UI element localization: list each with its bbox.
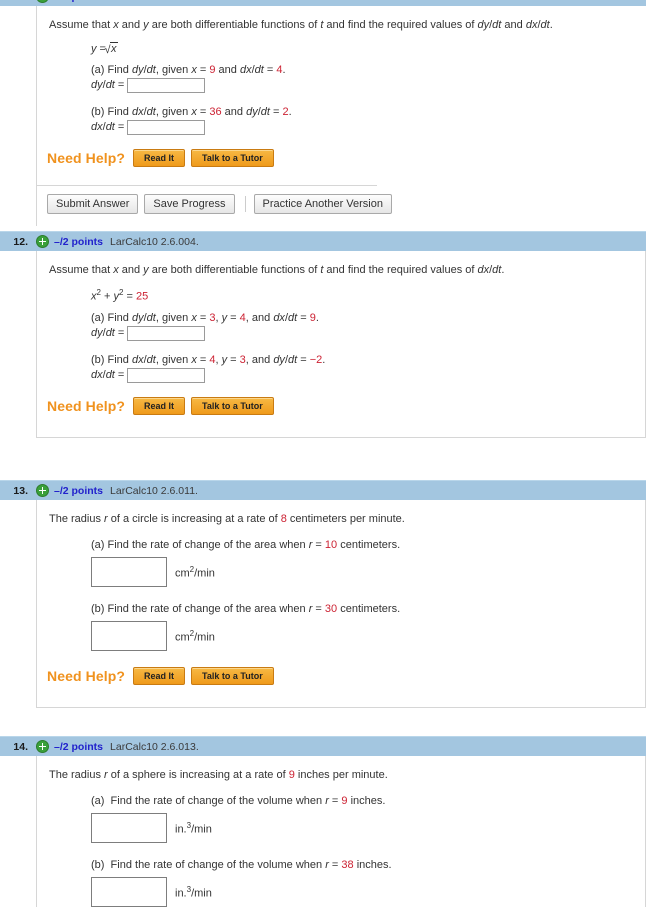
points-label: –/2 points	[54, 0, 103, 3]
problem-13-need-help: Need Help? Read It Talk to a Tutor	[37, 666, 645, 685]
save-progress-button[interactable]: Save Progress	[144, 193, 235, 214]
problem-11-need-help: Need Help? Read It Talk to a Tutor	[37, 148, 646, 167]
problem-14-part-b-label: (b) Find the rate of change of the volum…	[91, 858, 392, 871]
problem-code: LarCalc10 2.6.011.	[110, 484, 198, 497]
value-p12-a-x: 3	[209, 311, 216, 324]
read-it-button[interactable]: Read It	[133, 396, 186, 415]
unit-label-14a: in.3/min	[175, 820, 212, 836]
talk-to-a-tutor-button[interactable]: Talk to a Tutor	[191, 666, 274, 685]
problem-number: 11.	[0, 0, 28, 3]
unit-label-13a: cm2/min	[175, 564, 215, 580]
answer-prompt-a: dy/dt =	[91, 79, 125, 92]
problem-13: 13. –/2 points LarCalc10 2.6.011. The ra…	[0, 480, 646, 708]
problem-13-stem: The radius r of a circle is increasing a…	[49, 513, 405, 525]
problem-13-panel: The radius r of a circle is increasing a…	[36, 500, 646, 708]
unit-label-14b: in.3/min	[175, 884, 212, 900]
answer-input-13a[interactable]	[91, 556, 167, 587]
value-p14-b-r: 38	[341, 858, 354, 871]
problem-number: 12.	[13, 235, 28, 248]
problem-11-panel: Assume that x and y are both differentia…	[0, 6, 646, 226]
problem-12-part-b-label: (b) Find dx/dt, given x = 4, y = 3, and …	[91, 353, 326, 366]
plus-circle-icon[interactable]	[36, 740, 49, 753]
value-p14-rate: 9	[288, 769, 295, 781]
problem-14-header[interactable]: 14. –/2 points LarCalc10 2.6.013.	[0, 736, 646, 756]
points-label: –/2 points	[54, 740, 104, 753]
problem-13-header[interactable]: 13. –/2 points LarCalc10 2.6.011.	[0, 480, 646, 500]
problem-11-equation: y = x√	[91, 41, 118, 56]
unit-label-13b: cm2/min	[175, 628, 215, 644]
value-p13-a-r: 10	[324, 538, 338, 551]
value-p12-a-dxdt: 9	[309, 311, 316, 324]
problem-12-part-a-answer: dy/dt =	[91, 325, 635, 341]
problem-11-part-a-label: (a) Find dy/dt, given x = 9 and dx/dt = …	[91, 63, 286, 76]
need-help-label: Need Help?	[47, 397, 126, 414]
problem-list-page: 11. –/2 points LarCalc10 2.6.003. Assume…	[0, 0, 646, 909]
answer-prompt-b: dx/dt =	[91, 369, 125, 382]
problem-14-part-a-answer: in.3/min	[91, 812, 635, 843]
answer-input-11a[interactable]	[127, 77, 206, 93]
problem-14: 14. –/2 points LarCalc10 2.6.013. The ra…	[0, 736, 646, 907]
problem-12-equation: x2 + y2 = 25	[91, 287, 149, 303]
need-help-label: Need Help?	[47, 149, 126, 166]
problem-code: LarCalc10 2.6.004.	[110, 235, 199, 248]
value-p11-a-dxdt: 4	[276, 63, 283, 76]
button-divider	[244, 195, 246, 212]
plus-circle-icon[interactable]	[36, 235, 49, 248]
answer-input-11b[interactable]	[127, 119, 206, 135]
problem-14-part-a-label: (a) Find the rate of change of the volum…	[91, 794, 386, 807]
problem-11-part-b-answer: dx/dt =	[91, 119, 636, 135]
submit-answer-button[interactable]: Submit Answer	[47, 193, 139, 214]
problem-12-header[interactable]: 12. –/2 points LarCalc10 2.6.004.	[0, 231, 646, 251]
answer-prompt-a: dy/dt =	[91, 327, 125, 340]
problem-14-panel: The radius r of a sphere is increasing a…	[36, 756, 646, 907]
problem-number: 14.	[13, 740, 28, 753]
problem-12-part-b-answer: dx/dt =	[91, 367, 635, 383]
problem-11-part-a-answer: dy/dt =	[91, 77, 636, 93]
answer-input-13b[interactable]	[91, 620, 167, 651]
points-label: –/2 points	[54, 235, 104, 248]
value-p12-b-y: 3	[239, 353, 246, 366]
value-p13-b-r: 30	[324, 602, 338, 615]
talk-to-a-tutor-button[interactable]: Talk to a Tutor	[191, 148, 274, 167]
value-p14-a-r: 9	[341, 794, 348, 807]
plus-circle-icon[interactable]	[36, 484, 49, 497]
value-p13-rate: 8	[280, 513, 287, 525]
value-p12-b-x: 4	[209, 353, 216, 366]
answer-prompt-b: dx/dt =	[91, 121, 125, 134]
problem-11-stem: Assume that x and y are both differentia…	[49, 19, 553, 31]
answer-input-12a[interactable]	[127, 325, 206, 341]
problem-13-part-a-answer: cm2/min	[91, 556, 635, 587]
practice-another-version-button[interactable]: Practice Another Version	[253, 193, 392, 214]
answer-input-14b[interactable]	[91, 876, 167, 907]
problem-14-stem: The radius r of a sphere is increasing a…	[49, 769, 388, 781]
problem-11-part-b-label: (b) Find dx/dt, given x = 36 and dy/dt =…	[91, 105, 292, 118]
need-help-label: Need Help?	[47, 667, 126, 684]
problem-13-part-b-answer: cm2/min	[91, 620, 635, 651]
value-p12-eq-rhs: 25	[136, 290, 149, 303]
problem-12-panel: Assume that x and y are both differentia…	[36, 251, 646, 438]
problem-14-part-b-answer: in.3/min	[91, 876, 635, 907]
problem-12-stem: Assume that x and y are both differentia…	[49, 264, 505, 276]
problem-11-submit-row: Submit Answer Save Progress Practice Ano…	[37, 193, 646, 226]
problem-code: LarCalc10 2.6.003.	[110, 0, 199, 3]
problem-13-part-a-label: (a) Find the rate of change of the area …	[91, 538, 401, 551]
talk-to-a-tutor-button[interactable]: Talk to a Tutor	[191, 396, 274, 415]
problem-13-part-b-label: (b) Find the rate of change of the area …	[91, 602, 401, 615]
plus-circle-icon[interactable]	[36, 0, 49, 3]
problem-code: LarCalc10 2.6.013.	[110, 740, 199, 753]
read-it-button[interactable]: Read It	[133, 666, 186, 685]
value-p12-a-y: 4	[239, 311, 246, 324]
value-p11-b-dydt: 2	[282, 105, 289, 118]
answer-input-12b[interactable]	[127, 367, 206, 383]
value-p11-b-x: 36	[209, 105, 222, 118]
problem-number: 13.	[13, 484, 28, 497]
read-it-button[interactable]: Read It	[133, 148, 186, 167]
answer-input-14a[interactable]	[91, 812, 167, 843]
points-label: –/2 points	[54, 484, 104, 497]
problem-12: 12. –/2 points LarCalc10 2.6.004. Assume…	[0, 231, 646, 438]
value-p12-b-dydt: −2	[309, 353, 323, 366]
problem-12-part-a-label: (a) Find dy/dt, given x = 3, y = 4, and …	[91, 311, 319, 324]
problem-12-need-help: Need Help? Read It Talk to a Tutor	[37, 396, 645, 415]
value-p11-a-x: 9	[209, 63, 216, 76]
